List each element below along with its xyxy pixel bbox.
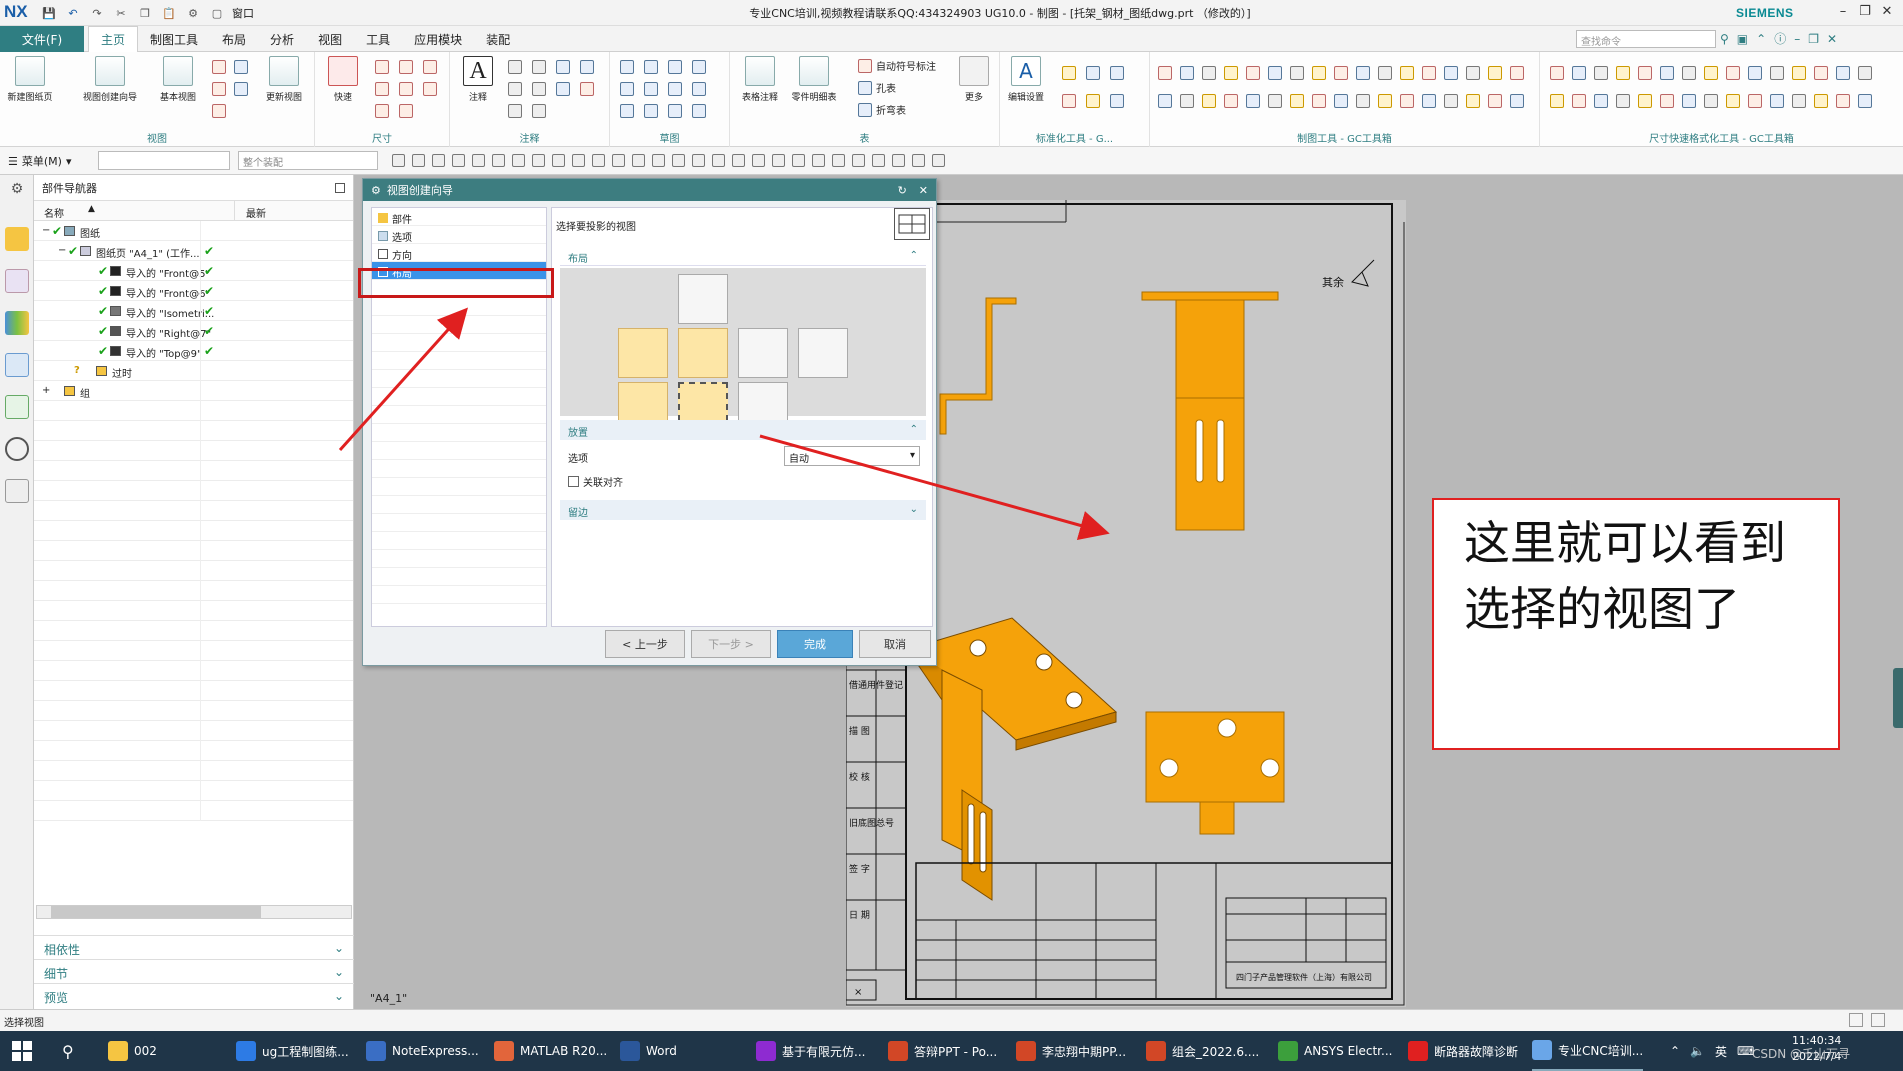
taskbar-app[interactable]: 断路器故障诊断 — [1408, 1031, 1518, 1071]
taskbar-app-label: 李忠翔中期PP... — [1042, 1044, 1127, 1059]
taskbar-app-label: 基于有限元仿... — [782, 1044, 866, 1059]
taskbar-app-label: MATLAB R20... — [520, 1044, 608, 1058]
watermark: CSDN @千山万寻 — [1752, 1047, 1851, 1061]
taskbar-app-label: 断路器故障诊断 — [1434, 1044, 1519, 1059]
taskbar-app[interactable]: 李忠翔中期PP... — [1016, 1031, 1126, 1071]
taskbar-app[interactable]: MATLAB R20... — [494, 1031, 607, 1071]
chevron-up-icon[interactable]: ⌃ — [1670, 1044, 1680, 1058]
app-icon — [1146, 1041, 1166, 1061]
taskbar-app[interactable]: 基于有限元仿... — [756, 1031, 865, 1071]
callout-line-2: 选择的视图了 — [1464, 582, 1740, 636]
app-icon — [1016, 1041, 1036, 1061]
callout-line-1: 这里就可以看到 — [1464, 516, 1786, 570]
app-icon — [1532, 1040, 1552, 1060]
ime-indicator[interactable]: 英 — [1715, 1043, 1727, 1060]
app-icon — [620, 1041, 640, 1061]
app-icon — [888, 1041, 908, 1061]
status-icon[interactable] — [1871, 1013, 1885, 1027]
taskbar-app-label: ANSYS Electr... — [1304, 1044, 1393, 1058]
taskbar-app[interactable]: ug工程制图练... — [236, 1031, 349, 1071]
status-text: 选择视图 — [4, 1018, 44, 1029]
app-icon — [756, 1041, 776, 1061]
windows-start-icon[interactable] — [12, 1031, 32, 1071]
app-icon — [236, 1041, 256, 1061]
taskbar-app-label: 专业CNC培训... — [1558, 1043, 1644, 1058]
taskbar-app[interactable]: NoteExpress... — [366, 1031, 479, 1071]
status-bar: 选择视图 — [0, 1009, 1903, 1031]
side-panel-handle[interactable] — [1893, 668, 1903, 728]
taskbar-app-label: ug工程制图练... — [262, 1044, 349, 1059]
windows-taskbar: ⚲ 002 ug工程制图练... NoteExpress... MATLAB R20.… — [0, 1031, 1903, 1071]
app-icon — [1408, 1041, 1428, 1061]
search-icon[interactable]: ⚲ — [62, 1031, 74, 1071]
taskbar-app-label: 组会_2022.6.... — [1172, 1044, 1260, 1059]
taskbar-app[interactable]: 答辩PPT - Po... — [888, 1031, 997, 1071]
app-icon — [108, 1041, 128, 1061]
speaker-icon[interactable]: 🔈 — [1690, 1044, 1705, 1058]
annotation-callout: 这里就可以看到 选择的视图了 — [1432, 498, 1840, 750]
status-icon[interactable] — [1849, 1013, 1863, 1027]
taskbar-app-label: 答辩PPT - Po... — [914, 1044, 998, 1059]
system-tray: ⌃ 🔈 英 ⌨ — [1670, 1031, 1754, 1071]
taskbar-app-label: NoteExpress... — [392, 1044, 479, 1058]
taskbar-app-label: Word — [646, 1044, 677, 1058]
taskbar-app[interactable]: 002 — [108, 1031, 157, 1071]
taskbar-app[interactable]: 专业CNC培训... — [1532, 1031, 1644, 1071]
taskbar-app[interactable]: ANSYS Electr... — [1278, 1031, 1392, 1071]
taskbar-app[interactable]: 组会_2022.6.... — [1146, 1031, 1259, 1071]
app-icon — [1278, 1041, 1298, 1061]
app-icon — [366, 1041, 386, 1061]
taskbar-app-label: 002 — [134, 1044, 157, 1058]
app-icon — [494, 1041, 514, 1061]
taskbar-app[interactable]: Word — [620, 1031, 677, 1071]
